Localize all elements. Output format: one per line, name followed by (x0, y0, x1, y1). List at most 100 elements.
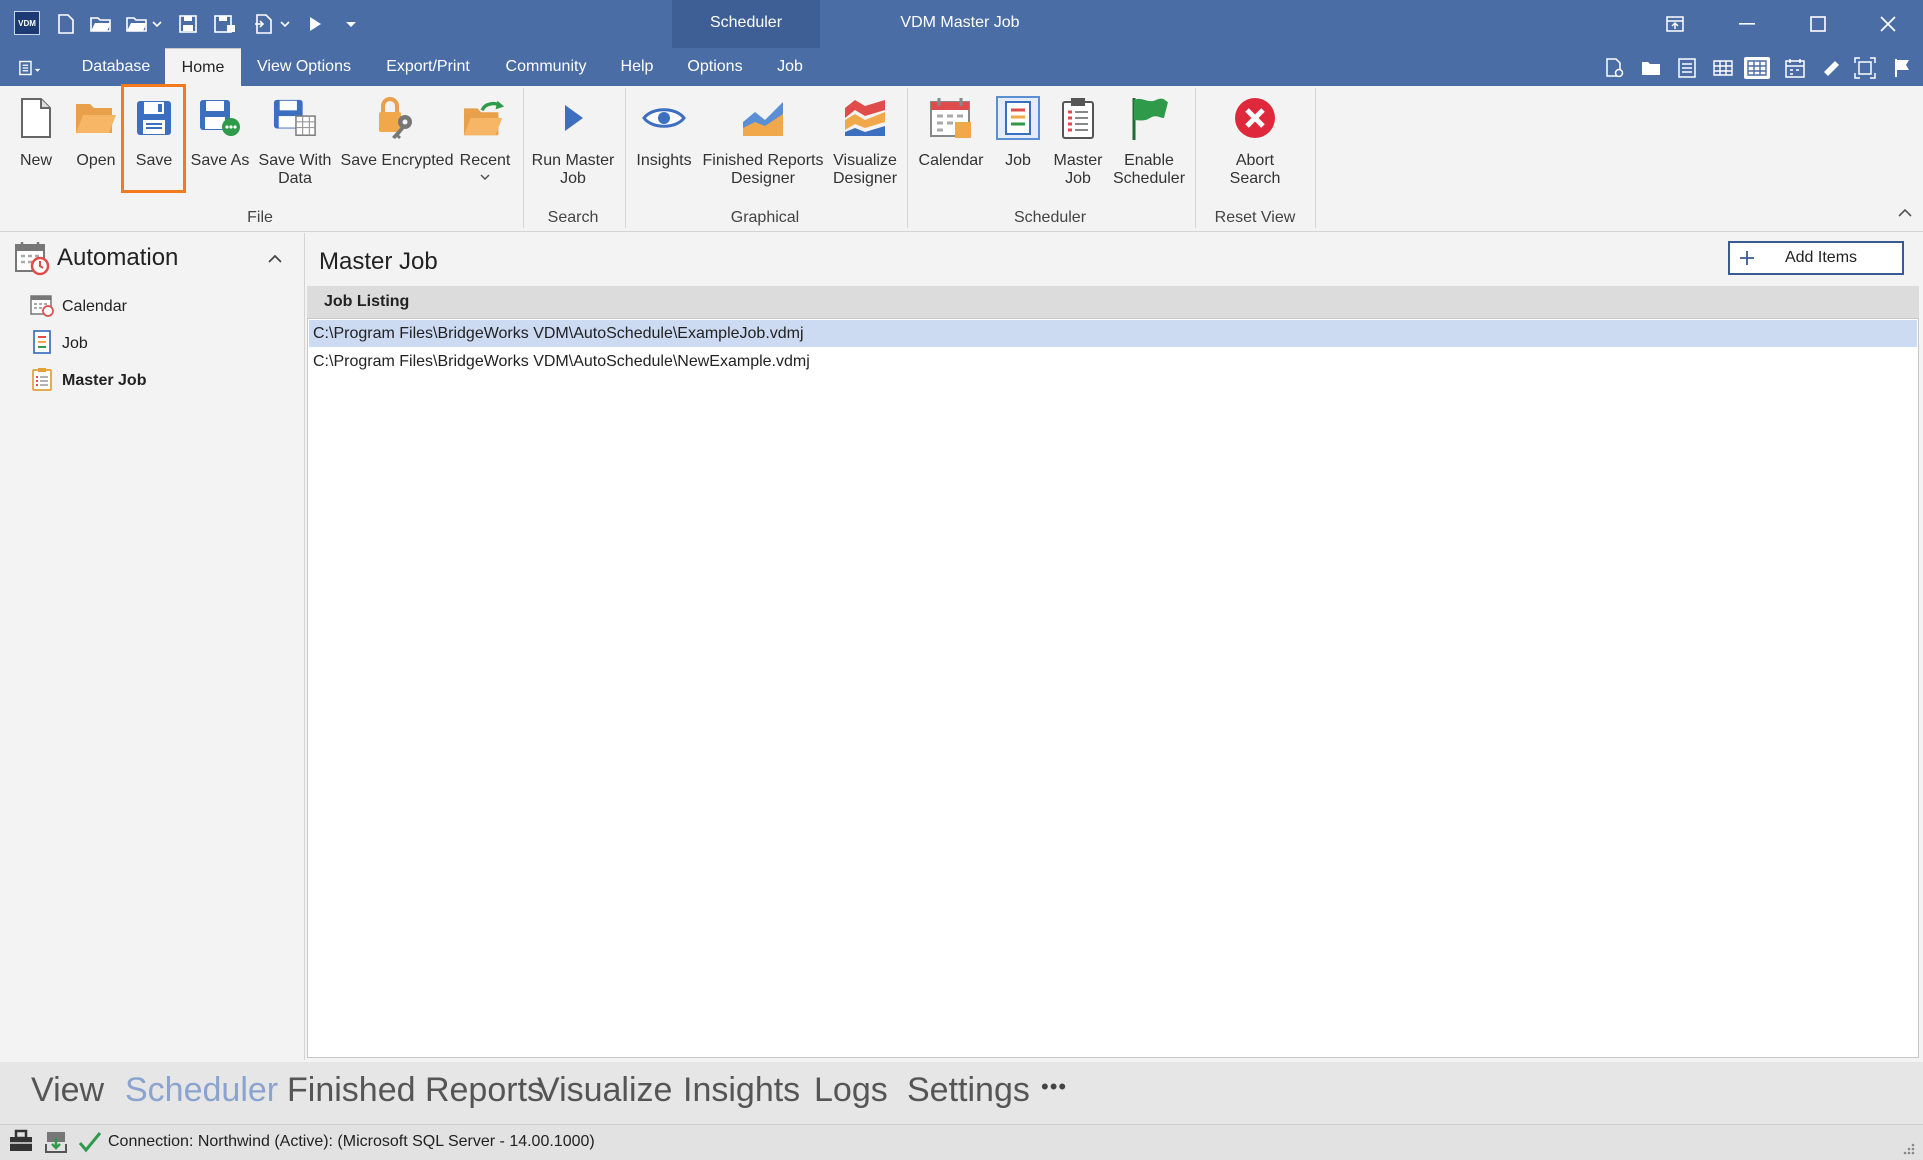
save-encrypted-label: Save Encrypted (340, 152, 454, 169)
folder-icon[interactable] (1638, 57, 1664, 79)
connection-ok-check-icon (78, 1130, 102, 1159)
more-options-icon[interactable]: ••• (1041, 1074, 1067, 1100)
download-tray-icon[interactable] (44, 1130, 68, 1159)
tab-export-print[interactable]: Export/Print (372, 48, 484, 86)
grid-view-icon[interactable] (1710, 57, 1736, 79)
ribbon-separator (907, 88, 908, 228)
maximize-icon[interactable] (1796, 8, 1840, 40)
close-icon[interactable] (1866, 8, 1910, 40)
search-group-label: Search (547, 209, 599, 226)
job-listing-row[interactable]: C:\Program Files\BridgeWorks VDM\AutoSch… (309, 320, 1917, 347)
master-job-button[interactable]: Master Job (1048, 96, 1108, 188)
recent-button[interactable]: Recent (458, 96, 512, 180)
collapse-ribbon-icon[interactable] (1898, 204, 1912, 222)
app-menu-icon[interactable] (18, 57, 44, 79)
finished-reports-designer-button[interactable]: Finished Reports Designer (700, 96, 826, 188)
customize-quick-access-icon[interactable] (340, 9, 362, 39)
visualize-designer-button[interactable]: Visualize Designer (830, 96, 900, 188)
eye-icon (642, 96, 686, 140)
bottom-nav-scheduler[interactable]: Scheduler (125, 1071, 278, 1110)
tab-options[interactable]: Options (676, 48, 754, 86)
insights-button[interactable]: Insights (632, 96, 696, 170)
tab-home[interactable]: Home (165, 48, 241, 86)
save-as-icon (198, 96, 242, 140)
sidebar-item-label: Master Job (62, 372, 147, 389)
tab-help[interactable]: Help (610, 48, 664, 86)
open-recent-dropdown-icon[interactable] (124, 9, 164, 39)
fit-page-icon[interactable] (1852, 57, 1878, 79)
job-listing-row[interactable]: C:\Program Files\BridgeWorks VDM\AutoSch… (309, 348, 1917, 375)
new-document-icon (14, 96, 58, 140)
context-group-label: Scheduler (709, 14, 783, 31)
tile-view-icon[interactable] (1744, 57, 1770, 79)
sidebar-item-job[interactable]: Job (30, 329, 88, 359)
job-listing (307, 318, 1919, 1058)
sidebar-item-master-job[interactable]: Master Job (30, 367, 146, 395)
list-view-icon[interactable] (1674, 57, 1700, 79)
new-file-icon[interactable] (54, 9, 78, 39)
ribbon-separator (1195, 88, 1196, 228)
visualize-chart-icon (843, 96, 887, 140)
graphical-group-label: Graphical (730, 209, 800, 226)
job-button[interactable]: Job (994, 96, 1042, 170)
sidebar-item-label: Calendar (62, 298, 127, 315)
calendar-button[interactable]: Calendar (914, 96, 988, 170)
ribbon-display-options-icon[interactable] (1653, 8, 1697, 40)
bottom-nav-visualize[interactable]: Visualize (537, 1071, 672, 1110)
bottom-nav-finished-reports[interactable]: Finished Reports (287, 1071, 544, 1110)
bottom-nav-settings[interactable]: Settings (907, 1071, 1030, 1110)
sidebar-title: Automation (57, 244, 179, 271)
page-title: Master Job (319, 248, 438, 275)
save-with-data-button[interactable]: Save With Data (256, 96, 334, 188)
minimize-icon[interactable] (1725, 8, 1769, 40)
bottom-nav-view[interactable]: View (31, 1071, 104, 1110)
save-encrypted-button[interactable]: Save Encrypted (340, 96, 454, 170)
tab-job[interactable]: Job (762, 48, 818, 86)
bottom-nav-insights[interactable]: Insights (683, 1071, 800, 1110)
save-with-data-icon (273, 96, 317, 140)
run-icon[interactable] (304, 9, 326, 39)
green-flag-icon (1127, 96, 1171, 140)
save-with-data-label: Save With Data (258, 152, 332, 187)
insights-label: Insights (636, 152, 692, 169)
app-logo[interactable]: VDM (14, 11, 40, 35)
abort-search-button[interactable]: Abort Search (1210, 96, 1300, 188)
save-with-data-icon[interactable] (212, 9, 238, 39)
settings-document-icon[interactable] (1602, 57, 1628, 79)
flag-icon[interactable] (1890, 57, 1916, 79)
finished-reports-designer-label: Finished Reports Designer (702, 152, 824, 187)
open-folder-icon[interactable] (88, 9, 114, 39)
run-master-job-button[interactable]: Run Master Job (528, 96, 618, 188)
calendar-icon (30, 293, 54, 322)
open-folder-icon (74, 96, 118, 140)
add-items-button[interactable]: Add Items (1728, 241, 1904, 275)
scheduler-group-label: Scheduler (1013, 209, 1087, 226)
calendar-view-icon[interactable] (1782, 57, 1808, 79)
bottom-nav-logs[interactable]: Logs (814, 1071, 888, 1110)
sidebar-item-calendar[interactable]: Calendar (30, 293, 127, 321)
save-button-highlight (121, 84, 186, 193)
save-icon[interactable] (176, 9, 200, 39)
enable-scheduler-button[interactable]: Enable Scheduler (1110, 96, 1188, 188)
sidebar-item-label: Job (62, 335, 88, 352)
tab-database[interactable]: Database (70, 48, 162, 86)
master-job-icon (1056, 96, 1100, 140)
job-listing-header: Job Listing (307, 286, 1919, 318)
new-button[interactable]: New (12, 96, 60, 170)
ruler-icon[interactable] (1818, 57, 1844, 79)
save-as-button[interactable]: Save As (188, 96, 252, 170)
tab-community[interactable]: Community (494, 48, 598, 86)
padlock-key-icon (375, 96, 419, 140)
run-master-job-label: Run Master Job (531, 152, 615, 187)
chevron-down-icon (480, 174, 490, 180)
database-toolbox-icon[interactable] (8, 1129, 34, 1158)
collapse-section-icon[interactable] (268, 250, 282, 268)
open-button[interactable]: Open (70, 96, 122, 170)
area-chart-icon (741, 96, 785, 140)
resize-grip-icon[interactable] (1900, 1140, 1916, 1160)
tab-view-options[interactable]: View Options (246, 48, 362, 86)
export-dropdown-icon[interactable] (252, 9, 292, 39)
connection-status: Connection: Northwind (Active): (Microso… (108, 1133, 595, 1150)
job-icon (30, 329, 54, 359)
ribbon-separator (1315, 88, 1316, 228)
